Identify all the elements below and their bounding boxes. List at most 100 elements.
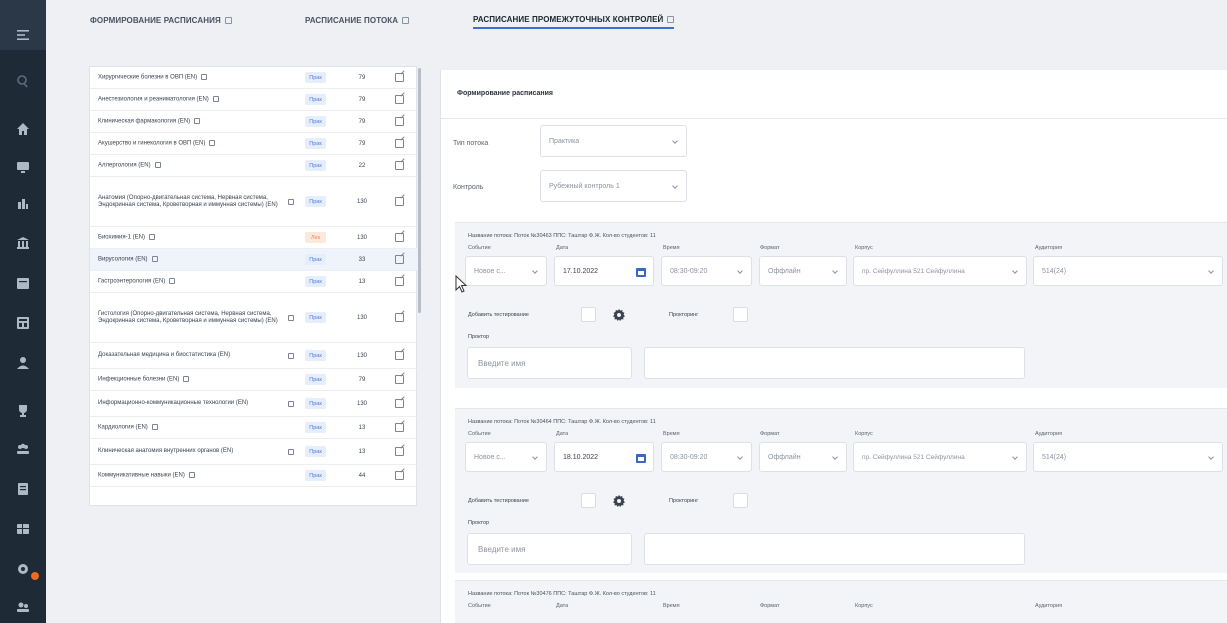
list-item[interactable]: Коммуникативные навыки (EN) Прак 44 bbox=[90, 465, 418, 487]
edit-icon[interactable] bbox=[395, 471, 404, 480]
list-item[interactable]: Кардиология (EN) Прак 13 bbox=[90, 417, 418, 439]
discipline-name: Анатомия (Опорно-двигательная система, Н… bbox=[98, 194, 278, 208]
edit-icon[interactable] bbox=[395, 423, 404, 432]
list-item[interactable]: Информационно-коммуникационные технологи… bbox=[90, 391, 418, 417]
time-select[interactable]: 08:30-09:20 bbox=[661, 256, 752, 286]
date-label: Дата bbox=[556, 245, 569, 251]
edit-icon[interactable] bbox=[395, 351, 404, 360]
edit-icon[interactable] bbox=[395, 197, 404, 206]
list-item[interactable]: Клиническая фармакология (EN) Прак 79 bbox=[90, 111, 418, 133]
building-select[interactable]: пр. Сейфуллина 521 Сейфуллина bbox=[853, 256, 1027, 286]
chevron-down-icon bbox=[1012, 454, 1018, 460]
proctor-name-input[interactable]: Введите имя bbox=[467, 347, 632, 379]
list-item[interactable]: Биохимия-1 (EN) Лек 130 bbox=[90, 227, 418, 249]
home-icon[interactable] bbox=[0, 118, 46, 140]
external-link-icon bbox=[288, 198, 294, 205]
edit-icon[interactable] bbox=[395, 139, 404, 148]
list-item[interactable]: Клиническая анатомия внутренних органов … bbox=[90, 439, 418, 465]
trophy-icon[interactable] bbox=[0, 400, 46, 422]
grid-icon[interactable] bbox=[0, 312, 46, 334]
gear-icon[interactable] bbox=[613, 308, 625, 321]
discipline-name: Клиническая анатомия внутренних органов … bbox=[98, 448, 234, 454]
discipline-name: Доказательная медицина и биостатистика (… bbox=[98, 352, 231, 358]
tab-stream-schedule[interactable]: РАСПИСАНИЕ ПОТОКА bbox=[305, 11, 410, 29]
edit-icon[interactable] bbox=[395, 233, 404, 242]
student-count: 79 bbox=[358, 376, 366, 383]
edit-icon[interactable] bbox=[395, 399, 404, 408]
building-select[interactable]: пр. Сейфуллина 521 Сейфуллина bbox=[853, 442, 1027, 472]
edit-icon[interactable] bbox=[395, 161, 404, 170]
list-item[interactable]: Инфекционные болезни (EN) Прак 79 bbox=[90, 369, 418, 391]
chevron-down-icon bbox=[532, 454, 538, 460]
calendar-icon[interactable] bbox=[632, 449, 649, 466]
event-select[interactable]: Новое с... bbox=[465, 442, 547, 472]
time-select[interactable]: 08:30-09:20 bbox=[661, 442, 752, 472]
event-select[interactable]: Новое с... bbox=[465, 256, 547, 286]
edit-icon[interactable] bbox=[395, 73, 404, 82]
add-testing-checkbox[interactable] bbox=[581, 307, 596, 322]
list-scrollbar[interactable] bbox=[418, 68, 421, 313]
list-item[interactable]: Аллергология (EN) Прак 22 bbox=[90, 155, 418, 177]
tab-intermediate-controls[interactable]: РАСПИСАНИЕ ПРОМЕЖУТОЧНЫХ КОНТРОЛЕЙ bbox=[473, 11, 675, 29]
user-icon[interactable] bbox=[0, 352, 46, 374]
stream-type-select[interactable]: Практика bbox=[540, 125, 687, 157]
format-select[interactable]: Оффлайн bbox=[759, 256, 847, 286]
discipline-name: Гастроэнтерология (EN) bbox=[98, 277, 176, 286]
stats-icon[interactable] bbox=[0, 192, 46, 214]
settings-icon[interactable] bbox=[0, 558, 46, 580]
edit-icon[interactable] bbox=[395, 117, 404, 126]
search-icon[interactable] bbox=[0, 70, 46, 92]
table-icon[interactable] bbox=[0, 518, 46, 540]
proctor-detail-input[interactable] bbox=[644, 533, 1025, 565]
proctoring-checkbox[interactable] bbox=[733, 307, 748, 322]
edit-icon[interactable] bbox=[395, 277, 404, 286]
list-item[interactable]: Гастроэнтерология (EN) Прак 13 bbox=[90, 271, 418, 293]
list-item[interactable]: Акушерство и гинекология в ОВП (EN) Прак 7… bbox=[90, 133, 418, 155]
list-item[interactable]: Гистология (Опорно-двигательная система,… bbox=[90, 293, 418, 343]
list-item[interactable]: Анатомия (Опорно-двигательная система, Н… bbox=[90, 177, 418, 227]
proctoring-label: Прокторинг bbox=[669, 312, 699, 318]
group-icon[interactable] bbox=[0, 438, 46, 460]
edit-icon[interactable] bbox=[395, 447, 404, 456]
control-select[interactable]: Рубежный контроль 1 bbox=[540, 170, 687, 202]
stream-type-label: Тип потока bbox=[453, 140, 489, 147]
users-icon[interactable] bbox=[0, 596, 46, 618]
proctoring-checkbox[interactable] bbox=[733, 493, 748, 508]
select-value: Оффлайн bbox=[768, 267, 801, 275]
list-item[interactable]: Доказательная медицина и биостатистика (… bbox=[90, 343, 418, 369]
discipline-name: Хирургические болезни в ОВП (EN) bbox=[98, 73, 208, 82]
university-icon[interactable] bbox=[0, 232, 46, 254]
stream-card-header: Название потока: Поток №30476 ППС: Ташта… bbox=[468, 591, 656, 597]
external-link-icon bbox=[188, 471, 195, 478]
calendar-icon[interactable] bbox=[0, 272, 46, 294]
list-item[interactable]: Анестезиология и реаниматология (EN) Прак… bbox=[90, 89, 418, 111]
date-input[interactable]: 18.10.2022 bbox=[554, 442, 654, 472]
list-item[interactable]: Вирусология (EN) Прак 33 bbox=[90, 249, 418, 271]
proctor-detail-input[interactable] bbox=[644, 347, 1025, 379]
calendar-icon[interactable] bbox=[632, 263, 649, 280]
tab-schedule-formation[interactable]: ФОРМИРОВАНИЕ РАСПИСАНИЯ bbox=[90, 11, 232, 29]
edit-icon[interactable] bbox=[395, 95, 404, 104]
side-rail bbox=[0, 0, 46, 623]
select-value: Практика bbox=[549, 137, 580, 145]
discipline-name: Клиническая фармакология (EN) bbox=[98, 117, 201, 126]
add-testing-checkbox[interactable] bbox=[581, 493, 596, 508]
monitor-icon[interactable] bbox=[0, 156, 46, 178]
format-select[interactable]: Оффлайн bbox=[759, 442, 847, 472]
room-select[interactable]: 514(24) bbox=[1033, 442, 1223, 472]
list-item[interactable]: Хирургические болезни в ОВП (EN) Прак 79 bbox=[90, 67, 418, 89]
type-badge: Прак bbox=[305, 160, 326, 171]
room-select[interactable]: 514(24) bbox=[1033, 256, 1223, 286]
date-input[interactable]: 17.10.2022 bbox=[554, 256, 654, 286]
time-label: Время bbox=[663, 245, 680, 251]
edit-icon[interactable] bbox=[395, 313, 404, 322]
gear-icon[interactable] bbox=[613, 494, 625, 507]
page-title: Формирование расписания bbox=[457, 90, 554, 97]
edit-icon[interactable] bbox=[395, 375, 404, 384]
discipline-name: Анестезиология и реаниматология (EN) bbox=[98, 95, 219, 104]
edit-icon[interactable] bbox=[395, 255, 404, 264]
menu-icon[interactable] bbox=[0, 24, 46, 46]
proctor-name-input[interactable]: Введите имя bbox=[467, 533, 632, 565]
external-link-icon bbox=[183, 375, 190, 382]
document-icon[interactable] bbox=[0, 478, 46, 500]
